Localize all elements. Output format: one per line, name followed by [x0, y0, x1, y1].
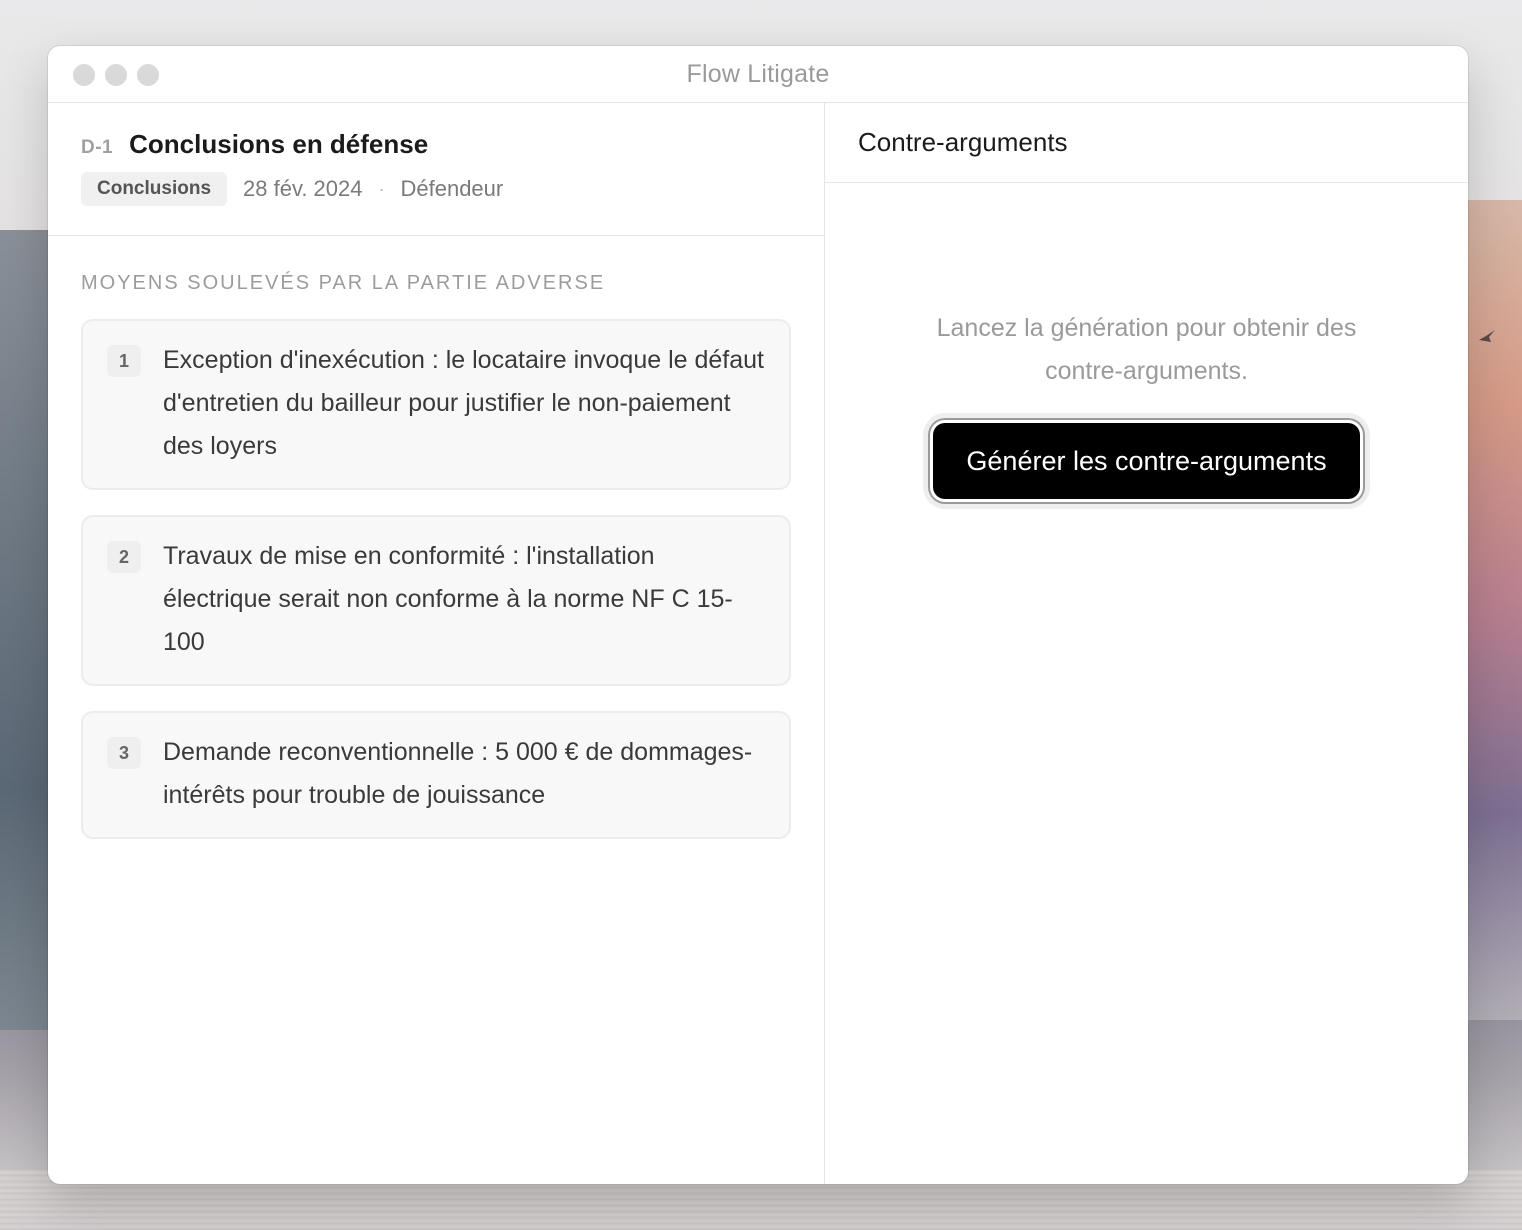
- argument-number: 1: [107, 345, 141, 377]
- window-title: Flow Litigate: [686, 59, 830, 88]
- minimize-window-button[interactable]: [105, 64, 127, 86]
- argument-text: Travaux de mise en conformité : l'instal…: [163, 542, 733, 656]
- window-controls: [73, 64, 159, 86]
- argument-card[interactable]: 3 Demande reconventionnelle : 5 000 € de…: [81, 711, 791, 839]
- zoom-window-button[interactable]: [137, 64, 159, 86]
- arguments-section-label: MOYENS SOULEVÉS PAR LA PARTIE ADVERSE: [81, 272, 606, 294]
- document-party: Défendeur: [400, 176, 504, 201]
- meta-separator: ·: [378, 178, 385, 199]
- argument-card[interactable]: 2 Travaux de mise en conformité : l'inst…: [81, 515, 791, 686]
- document-pane: D-1 Conclusions en défense Conclusions 2…: [48, 103, 825, 1184]
- document-title-row: D-1 Conclusions en défense: [81, 129, 791, 160]
- argument-card[interactable]: 1 Exception d'inexécution : le locataire…: [81, 319, 791, 490]
- argument-text: Exception d'inexécution : le locataire i…: [163, 346, 765, 460]
- document-header: D-1 Conclusions en défense Conclusions 2…: [48, 103, 824, 236]
- bird-icon: [1479, 330, 1495, 342]
- empty-state: Lancez la génération pour obtenir des co…: [825, 183, 1468, 499]
- argument-number: 2: [107, 541, 141, 573]
- empty-state-text: Lancez la génération pour obtenir des co…: [936, 314, 1357, 385]
- argument-text: Demande reconventionnelle : 5 000 € de d…: [163, 738, 753, 809]
- close-window-button[interactable]: [73, 64, 95, 86]
- generate-counter-arguments-button[interactable]: Générer les contre-arguments: [933, 423, 1360, 499]
- document-meta: Conclusions 28 fév. 2024 · Défendeur: [81, 172, 791, 206]
- content: D-1 Conclusions en défense Conclusions 2…: [48, 103, 1468, 1184]
- counter-arguments-title: Contre-arguments: [825, 103, 1468, 183]
- document-title: Conclusions en défense: [129, 129, 429, 159]
- titlebar: Flow Litigate: [48, 46, 1468, 103]
- document-type-tag: Conclusions: [81, 172, 228, 206]
- document-id: D-1: [81, 137, 114, 158]
- argument-list: 1 Exception d'inexécution : le locataire…: [48, 319, 824, 839]
- app-window: Flow Litigate D-1 Conclusions en défense…: [48, 46, 1468, 1184]
- background-mountain-right: [1462, 200, 1522, 1020]
- document-date: 28 fév. 2024: [243, 176, 363, 201]
- argument-number: 3: [107, 737, 141, 769]
- counter-arguments-pane: Contre-arguments Lancez la génération po…: [825, 103, 1468, 1184]
